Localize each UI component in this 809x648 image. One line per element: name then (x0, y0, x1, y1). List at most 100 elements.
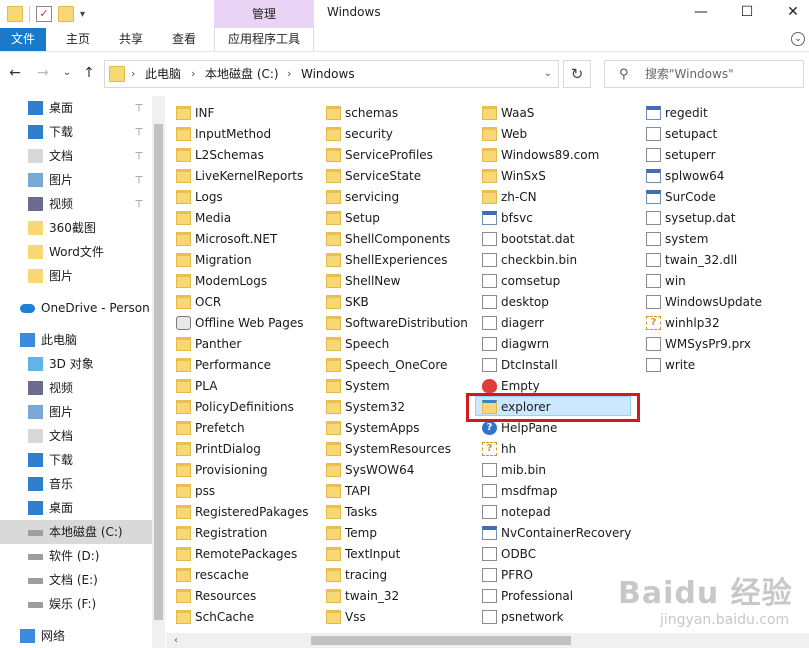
sidebar-item[interactable]: 图片 ⊣ (0, 168, 152, 192)
picture-icon (28, 173, 43, 187)
breadcrumb-local-disk[interactable]: 本地磁盘 (C:) (205, 61, 279, 87)
title-bar: ✓ ▾ 管理 Windows — ☐ ✕ (0, 0, 809, 30)
pin-icon[interactable]: ⊣ (128, 176, 152, 185)
file-icon (482, 316, 497, 330)
sidebar-item[interactable]: 图片 (0, 400, 152, 424)
folder-icon (176, 274, 191, 288)
sidebar-item[interactable]: 3D 对象 (0, 352, 152, 376)
file-name: WinSxS (501, 169, 546, 183)
sidebar-item-label: 图片 (49, 173, 74, 187)
sidebar-item[interactable]: 音乐 (0, 472, 152, 496)
recent-locations-button[interactable]: ⌄ (58, 64, 76, 82)
sidebar-scrollbar[interactable] (152, 96, 165, 648)
maximize-button[interactable]: ☐ (724, 0, 770, 28)
sidebar-item[interactable]: 网络 (0, 624, 152, 648)
file-name: SystemApps (345, 421, 420, 435)
sidebar-item[interactable]: 此电脑 (0, 328, 152, 352)
folder-icon (176, 568, 191, 582)
file-name: Setup (345, 211, 380, 225)
breadcrumb-separator[interactable]: › (191, 61, 195, 87)
folder-icon (482, 127, 497, 141)
file-name: write (665, 358, 696, 372)
file-name: diagwrn (501, 337, 550, 351)
sidebar-item[interactable]: 文档 (E:) (0, 568, 152, 592)
onedrive-icon (20, 304, 35, 313)
folder-icon (326, 316, 341, 330)
sidebar-item[interactable]: 文档 ⊣ (0, 144, 152, 168)
sidebar-item[interactable]: 软件 (D:) (0, 544, 152, 568)
properties-icon[interactable]: ✓ (36, 6, 52, 22)
pin-icon[interactable]: ⊣ (128, 152, 152, 161)
sidebar-item-label: 3D 对象 (49, 357, 94, 371)
breadcrumb-separator[interactable]: › (131, 61, 135, 87)
folder-icon (176, 400, 191, 414)
sidebar-item[interactable]: 下载 (0, 448, 152, 472)
scrollbar-thumb[interactable] (154, 124, 163, 620)
file-name: security (345, 127, 393, 141)
folder-icon (326, 232, 341, 246)
sidebar-item[interactable]: 视频 (0, 376, 152, 400)
sidebar-item[interactable]: 本地磁盘 (C:) (0, 520, 152, 544)
file-name: System32 (345, 400, 406, 414)
sidebar-item-label: 视频 (49, 381, 74, 395)
sidebar-item[interactable]: Word文件 (0, 240, 152, 264)
up-button[interactable]: ↑ (80, 64, 98, 82)
sidebar-item[interactable]: 桌面 (0, 496, 152, 520)
expand-ribbon-icon[interactable]: ⌄ (791, 32, 805, 46)
tab-share[interactable]: 共享 (108, 28, 154, 51)
sidebar-item[interactable]: 下载 ⊣ (0, 120, 152, 144)
file-icon (646, 127, 661, 141)
address-dropdown-icon[interactable]: ⌄ (544, 61, 552, 87)
address-bar[interactable]: › 此电脑 › 本地磁盘 (C:) › Windows ⌄ (104, 60, 559, 88)
folder-icon (176, 190, 191, 204)
tab-file[interactable]: 文件 (0, 28, 46, 51)
file-name: Logs (195, 190, 223, 204)
tab-application-tools[interactable]: 应用程序工具 (214, 28, 314, 51)
tab-home[interactable]: 主页 (54, 28, 102, 51)
pin-icon[interactable]: ⊣ (128, 128, 152, 137)
folder-icon (176, 442, 191, 456)
tab-view[interactable]: 查看 (160, 28, 208, 51)
manage-context-tab[interactable]: 管理 (214, 0, 314, 28)
close-button[interactable]: ✕ (770, 0, 809, 28)
customize-toolbar-icon[interactable]: ▾ (80, 9, 85, 20)
pin-icon[interactable]: ⊣ (128, 200, 152, 209)
search-placeholder: 搜索"Windows" (645, 67, 734, 81)
search-box[interactable]: ⚲ 搜索"Windows" (604, 60, 804, 88)
sidebar-item[interactable]: 图片 (0, 264, 152, 288)
file-name: system (665, 232, 709, 246)
file-name: Windows89.com (501, 148, 600, 162)
sidebar-item[interactable]: 视频 ⊣ (0, 192, 152, 216)
sidebar-item-label: 下载 (49, 453, 74, 467)
back-button[interactable]: ← (6, 64, 24, 82)
folder-icon (176, 295, 191, 309)
sidebar-item-label: 桌面 (49, 501, 74, 515)
file-name: schemas (345, 106, 399, 120)
folder-icon (176, 337, 191, 351)
new-folder-icon[interactable] (58, 6, 74, 22)
folder-icon (7, 6, 23, 22)
scrollbar-thumb[interactable] (311, 636, 571, 645)
minimize-button[interactable]: — (678, 0, 724, 28)
sidebar-item[interactable]: 360截图 (0, 216, 152, 240)
file-name: SKB (345, 295, 369, 309)
sidebar-item[interactable]: OneDrive - Person (0, 296, 152, 320)
file-name: ShellComponents (345, 232, 451, 246)
application-icon (482, 211, 497, 225)
sidebar-item[interactable]: 桌面 ⊣ (0, 96, 152, 120)
file-name: Speech_OneCore (345, 358, 448, 372)
sidebar-item[interactable]: 文档 (0, 424, 152, 448)
breadcrumb-windows[interactable]: Windows (301, 61, 355, 87)
file-name: WaaS (501, 106, 535, 120)
file-name: regedit (665, 106, 708, 120)
sidebar-item[interactable]: 娱乐 (F:) (0, 592, 152, 616)
scroll-left-icon[interactable]: ‹ (174, 633, 178, 648)
sidebar-item-label: 音乐 (49, 477, 74, 491)
pin-icon[interactable]: ⊣ (128, 104, 152, 113)
breadcrumb-separator[interactable]: › (287, 61, 291, 87)
file-name: pss (195, 484, 216, 498)
breadcrumb-this-pc[interactable]: 此电脑 (145, 61, 181, 87)
forward-button[interactable]: → (34, 64, 52, 82)
sidebar-item-label: 娱乐 (F:) (49, 597, 97, 611)
refresh-button[interactable]: ↻ (563, 60, 591, 88)
